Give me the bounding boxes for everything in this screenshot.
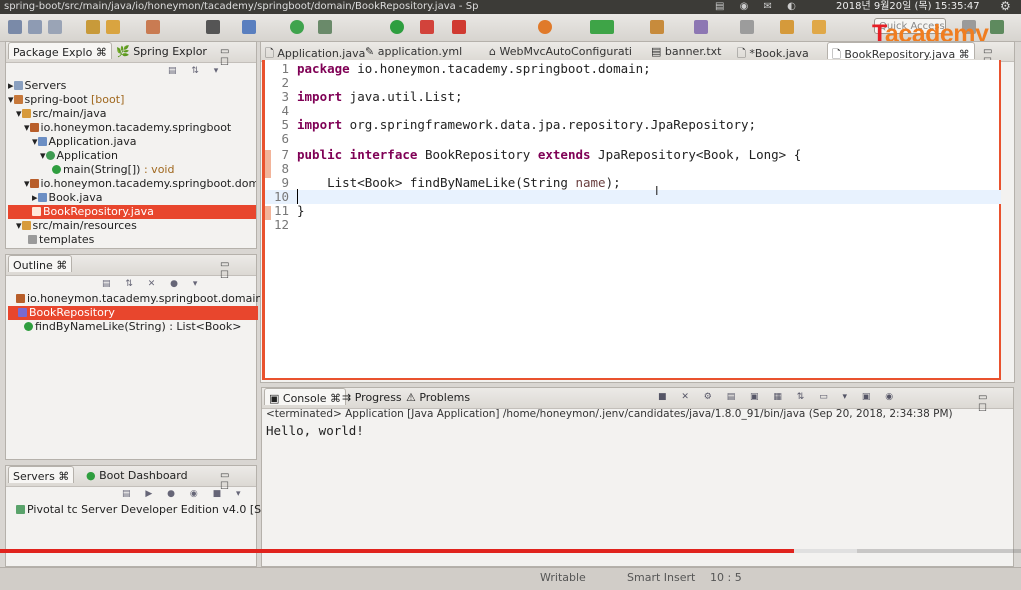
console-tabs: ▣ Console ⌘ ⇉ Progress ⚠ Problems ■ ✕ ⚙ … — [262, 388, 1013, 414]
tab-boot-dashboard[interactable]: ● Boot Dashboard — [86, 469, 188, 482]
code-line: 6 — [281, 131, 289, 146]
system-tray-icons: ▤ ◉ ✉ ◐ — [715, 1, 802, 12]
pin-icon[interactable] — [86, 20, 100, 34]
outline-method[interactable]: findByNameLike(String) : List<Book> — [24, 320, 241, 334]
forward-icon[interactable] — [812, 20, 826, 34]
tab-webmvc-autoconfig[interactable]: ⌂ WebMvcAutoConfigurati — [489, 45, 632, 58]
tree-item[interactable]: ▸ Book.java — [32, 191, 102, 205]
back-icon[interactable] — [780, 20, 794, 34]
servers-toolbar-icons[interactable]: ▤ ▶ ● ◉ ■ ▾ — [122, 489, 246, 499]
minimize-maximize-icon[interactable]: ▭ ☐ — [978, 392, 1013, 414]
video-buffered-fill — [794, 549, 857, 553]
outline-toolbar-icons[interactable]: ▤ ⇅ ✕ ● ▾ — [102, 279, 203, 289]
code-line: 2 — [281, 75, 289, 90]
tab-spring-explorer[interactable]: 🌿 Spring Explor — [116, 45, 207, 58]
status-insert-mode: Smart Insert — [627, 571, 696, 584]
explorer-tree: ▸ Servers ▾ spring-boot [boot] ▾ src/main/j… — [6, 79, 256, 249]
tree-item[interactable]: ▾ Application.java — [32, 135, 137, 149]
code-line-current: 10 — [265, 189, 1001, 204]
tab-problems[interactable]: ⚠ Problems — [406, 391, 470, 404]
tab-banner-txt[interactable]: ▤ banner.txt — [651, 45, 721, 58]
edit-icon[interactable] — [106, 20, 120, 34]
outline-panel: Outline ⌘ ▭ ☐ ▤ ⇅ ✕ ● ▾ io.honeymon.taca… — [5, 254, 262, 460]
gear-icon[interactable]: ⚙ — [1000, 0, 1011, 13]
package-explorer-panel: Package Explo ⌘ 🌿 Spring Explor ▭ ☐ ▤ ⇅ … — [5, 41, 257, 249]
stop-icon[interactable] — [452, 20, 466, 34]
video-progress-bar[interactable] — [0, 549, 1021, 553]
tab-outline[interactable]: Outline ⌘ — [8, 255, 73, 272]
tree-item[interactable]: ▾ spring-boot [boot] — [8, 93, 124, 107]
format-icon[interactable] — [146, 20, 160, 34]
tree-item-selected[interactable]: BookRepository.java — [8, 205, 256, 219]
video-played-fill — [0, 549, 794, 553]
minimize-maximize-icon[interactable]: ▭ ☐ — [220, 46, 256, 68]
console-toolbar-icons[interactable]: ■ ✕ ⚙ ▤ ▣ ▦ ⇅ ▭ ▾ ▣ ◉ — [658, 392, 899, 402]
run-external-icon[interactable] — [420, 20, 434, 34]
status-cursor-position: 10 : 5 — [710, 571, 742, 584]
tab-progress[interactable]: ⇉ Progress — [342, 391, 402, 404]
tree-item[interactable]: ▾ io.honeymon.tacademy.springboot — [24, 121, 231, 135]
status-bar: Writable Smart Insert 10 : 5 — [0, 567, 1021, 590]
code-line: 1 package io.honeymon.tacademy.springboot… — [281, 61, 651, 76]
console-output: Hello, world! — [266, 423, 364, 438]
new-icon[interactable] — [8, 20, 22, 34]
debug-icon[interactable] — [290, 20, 304, 34]
code-line: 11} — [273, 203, 305, 218]
code-line: 9 List<Book> findByNameLike(String name)… — [281, 175, 621, 190]
minimize-maximize-icon[interactable]: ▭ ☐ — [220, 259, 256, 281]
tab-package-explorer[interactable]: Package Explo ⌘ — [8, 42, 112, 59]
text-cursor-icon: I — [655, 184, 659, 198]
tree-item[interactable]: ▸ Servers — [8, 79, 66, 93]
outline-package[interactable]: io.honeymon.tacademy.springboot.domain — [16, 292, 262, 306]
code-line: 3 import java.util.List; — [281, 89, 463, 104]
open-type-icon[interactable] — [650, 20, 664, 34]
code-editor[interactable]: 1 package io.honeymon.tacademy.springboot… — [262, 60, 1001, 380]
boot-dashboard-icon[interactable] — [590, 20, 614, 34]
window-title-bar: spring-boot/src/main/java/io/honeymon/ta… — [0, 0, 1021, 14]
package-explorer-tabs: Package Explo ⌘ 🌿 Spring Explor ▭ ☐ — [6, 42, 256, 68]
search-icon[interactable] — [694, 20, 708, 34]
servers-tabs: Servers ⌘ ● Boot Dashboard ▭ ☐ — [6, 466, 256, 492]
annotation-icon[interactable] — [740, 20, 754, 34]
code-line: 8 — [281, 161, 289, 176]
tab-console[interactable]: ▣ Console ⌘ — [264, 388, 347, 405]
tab-bookrepository-java[interactable]: 🗋 BookRepository.java ⌘ — [827, 42, 975, 61]
tab-servers[interactable]: Servers ⌘ — [8, 466, 75, 483]
tab-application-yml[interactable]: ✎ application.yml — [365, 45, 462, 58]
status-writable: Writable — [540, 571, 586, 584]
tree-item[interactable]: ▾ src/main/resources — [16, 219, 137, 233]
code-line: 12 — [273, 217, 289, 232]
tree-item[interactable]: templates — [28, 233, 94, 247]
tree-item[interactable]: main(String[]) : void — [52, 163, 174, 177]
tree-item[interactable]: ▾ Application — [40, 149, 118, 163]
code-line: 5 import org.springframework.data.jpa.rep… — [281, 117, 757, 132]
tree-item[interactable]: ▾ src/main/java — [16, 107, 107, 121]
run-icon[interactable] — [390, 20, 404, 34]
tree-item[interactable]: ▾ io.honeymon.tacademy.springboot.domain — [24, 177, 256, 191]
console-terminated-label: <terminated> Application [Java Applicati… — [266, 408, 953, 420]
code-line: 4 — [281, 103, 289, 118]
outline-interface-selected[interactable]: BookRepository — [8, 306, 258, 320]
window-title: spring-boot/src/main/java/io/honeymon/ta… — [4, 1, 479, 12]
server-item[interactable]: Pivotal tc Server Developer Edition v4.0… — [16, 503, 279, 517]
spring-boot-icon[interactable] — [538, 20, 552, 34]
run-config-icon[interactable] — [206, 20, 220, 34]
main-toolbar: Quick Access — [0, 14, 1021, 42]
save-icon[interactable] — [28, 20, 42, 34]
window-icon[interactable] — [242, 20, 256, 34]
code-line: 7 public interface BookRepository extends… — [281, 147, 802, 162]
layout-icon[interactable] — [318, 20, 332, 34]
print-icon[interactable] — [48, 20, 62, 34]
editor-tab-bar: 🗋 Application.java ✎ application.yml ⌂ W… — [261, 42, 1014, 68]
console-panel: ▣ Console ⌘ ⇉ Progress ⚠ Problems ■ ✕ ⚙ … — [261, 387, 1014, 567]
explorer-toolbar-icons[interactable]: ▤ ⇅ ▾ — [168, 66, 224, 76]
java-perspective-icon[interactable] — [990, 20, 1004, 34]
system-clock: 2018년 9월20일 (목) 15:35:47 — [836, 1, 980, 12]
outline-tabs: Outline ⌘ ▭ ☐ — [6, 255, 256, 281]
